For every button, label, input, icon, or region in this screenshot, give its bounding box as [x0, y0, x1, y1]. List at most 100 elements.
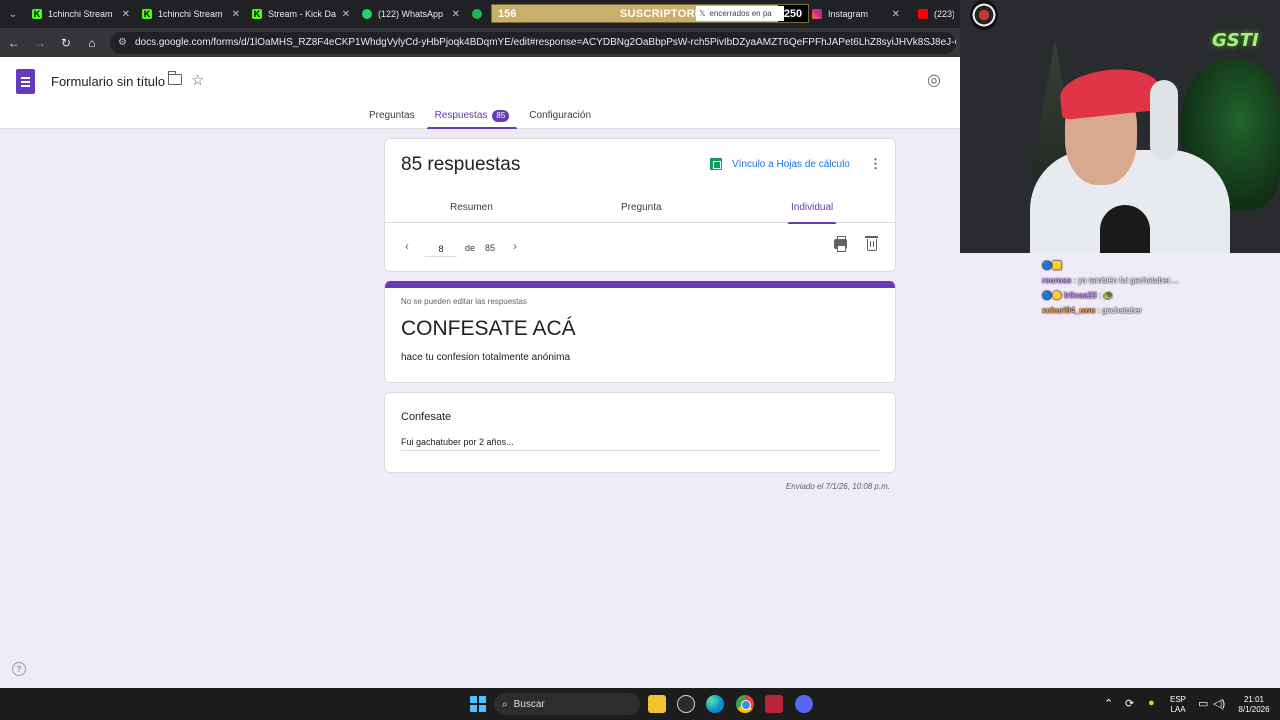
taskbar-search[interactable]: ⌕ Buscar [494, 693, 640, 715]
form-header-card: No se pueden editar las respuestas CONFE… [384, 281, 896, 383]
file-explorer-icon[interactable] [648, 695, 666, 713]
document-title[interactable]: Formulario sin título [51, 74, 165, 89]
response-number-input[interactable] [425, 241, 457, 257]
spotify-icon [472, 9, 482, 19]
chat-message: xchuri94_uwu : gachatuber [1042, 303, 1280, 318]
edge-icon[interactable] [706, 695, 724, 713]
chat-username: xchuri94_uwu [1042, 306, 1096, 315]
chat-username: reuross [1042, 276, 1072, 285]
tab-respuestas[interactable]: Respuestas 85 [426, 105, 517, 129]
address-bar[interactable]: ⚙ docs.google.com/forms/d/1lOaMHS_RZ8F4e… [110, 31, 956, 54]
help-icon[interactable]: ? [12, 662, 26, 676]
chat-username: Iriinaa23 [1064, 291, 1097, 300]
instagram-icon [812, 9, 822, 19]
microphone-icon[interactable]: ● [1148, 697, 1155, 709]
windows-start-icon[interactable] [470, 696, 486, 712]
responses-summary-card: 85 respuestas Vínculo a Hojas de cálculo… [384, 138, 897, 273]
pager-de-label: de [465, 243, 476, 253]
chevron-up-icon[interactable]: ⌃ [1104, 697, 1113, 710]
forms-logo-icon[interactable] [16, 69, 35, 94]
headphones [1150, 80, 1178, 160]
print-icon[interactable] [834, 236, 847, 252]
chat-text: : gachatuber [1097, 306, 1143, 315]
question-answer: Fui gachatuber por 2 años... [401, 437, 881, 451]
chevron-right-icon[interactable]: › [513, 239, 517, 253]
tab-label: Preguntas [368, 110, 415, 121]
sheets-icon [710, 158, 722, 170]
responses-title: 85 respuestas [401, 154, 521, 175]
browser-tab[interactable]: K Stream - Kick Das ✕ [246, 0, 356, 28]
tab-label: Stream - Kick Das [268, 9, 336, 19]
language-code: ESP [1169, 695, 1186, 704]
sync-icon[interactable]: ⟳ [1125, 697, 1134, 710]
tab-label: Instagram [828, 9, 869, 19]
site-info-icon[interactable]: ⚙ [118, 37, 127, 48]
tab-label: 1chinchi Stream [158, 9, 223, 19]
clock[interactable]: 21:01 8/1/2026 [1232, 695, 1276, 715]
subscriber-count: 156 [498, 7, 517, 20]
tab-search-chevron-icon[interactable]: ⌄ [0, 0, 26, 28]
tab-label: Configuración [529, 110, 592, 121]
read-only-notice: No se pueden editar las respuestas [401, 297, 527, 306]
close-icon[interactable]: ✕ [342, 9, 350, 20]
link-to-sheets-button[interactable]: Vínculo a Hojas de cálculo [710, 158, 850, 170]
form-main-tabs: Preguntas Respuestas 85 Configuración [0, 105, 960, 129]
close-icon[interactable]: ✕ [452, 9, 460, 20]
tab-preguntas[interactable]: Preguntas [367, 105, 417, 129]
kick-icon: K [252, 9, 262, 19]
tab-individual[interactable]: Individual [787, 202, 837, 224]
tab-pregunta[interactable]: Pregunta [621, 202, 662, 213]
browser-tab[interactable]: (223) R [912, 0, 960, 28]
responses-count-badge: 85 [492, 110, 510, 122]
close-icon[interactable]: ✕ [232, 9, 240, 20]
close-icon[interactable]: ✕ [122, 9, 130, 20]
sheets-link-label: Vínculo a Hojas de cálculo [732, 158, 850, 170]
browser-tab[interactable]: K 1chinchi Stream ✕ [136, 0, 246, 28]
star-icon[interactable]: ☆ [191, 71, 204, 89]
browser-tab[interactable]: K 1chinchi Stream ✕ [26, 0, 136, 28]
windows-taskbar: ⌕ Buscar ⌃ ⟳ ● ESP LAA ▭ ◁) 21:01 8/1/20… [0, 688, 1280, 720]
chat-text: : [1098, 291, 1102, 300]
reload-icon[interactable]: ↻ [54, 31, 78, 55]
browser-toolbar: ← → ↻ ⌂ ⚙ docs.google.com/forms/d/1lOaMH… [0, 28, 960, 57]
url-text: docs.google.com/forms/d/1lOaMHS_RZ8F4eCK… [134, 37, 956, 48]
back-icon[interactable]: ← [2, 31, 26, 55]
more-options-icon[interactable]: ⋮ [869, 156, 882, 172]
delete-icon[interactable] [865, 236, 878, 251]
clock-time: 21:01 [1243, 695, 1265, 704]
language-indicator[interactable]: ESP LAA [1168, 695, 1188, 715]
microphone [1100, 205, 1150, 253]
chrome-icon[interactable] [736, 695, 754, 713]
clock-date: 8/1/2026 [1238, 705, 1270, 714]
chat-text: : yo también fui gachatuber.... [1073, 276, 1179, 285]
tab-label: (122) WhatsApp [378, 9, 444, 19]
tab-resumen[interactable]: Resumen [450, 202, 493, 213]
tab-label: (223) R [934, 9, 954, 19]
kick-icon: K [142, 9, 152, 19]
network-icon[interactable]: ▭ [1198, 697, 1208, 710]
streamer-cap [1057, 64, 1163, 121]
browser-tab[interactable]: Instagram ✕ [806, 0, 906, 28]
chevron-left-icon[interactable]: ‹ [405, 239, 409, 253]
search-icon: ⌕ [502, 698, 508, 710]
neon-logo: GSTI [1212, 30, 1259, 51]
obs-icon[interactable] [677, 695, 695, 713]
forward-icon[interactable]: → [28, 31, 52, 55]
response-view-tabs: Resumen Pregunta Individual [385, 195, 897, 224]
question-card: Confesate Fui gachatuber por 2 años... [384, 392, 896, 473]
tab-label: Respuestas [434, 110, 488, 121]
pager-total: 85 [485, 243, 496, 253]
volume-icon[interactable]: ◁) [1213, 697, 1225, 710]
close-icon[interactable]: ✕ [892, 9, 900, 20]
form-title: CONFESATE ACÁ [401, 317, 576, 340]
discord-icon[interactable] [795, 695, 813, 713]
streaming-app-icon[interactable] [765, 695, 783, 713]
forms-header: Formulario sin título ☆ ◎ Preguntas Resp… [0, 57, 960, 129]
youtube-icon [918, 9, 928, 19]
home-icon[interactable]: ⌂ [80, 31, 104, 55]
palette-icon[interactable]: ◎ [927, 70, 941, 90]
tab-configuracion[interactable]: Configuración [527, 105, 593, 129]
browser-tab[interactable]: (122) WhatsApp ✕ [356, 0, 466, 28]
folder-icon[interactable] [167, 71, 182, 85]
response-pager: ‹ de 85 › [385, 223, 897, 273]
